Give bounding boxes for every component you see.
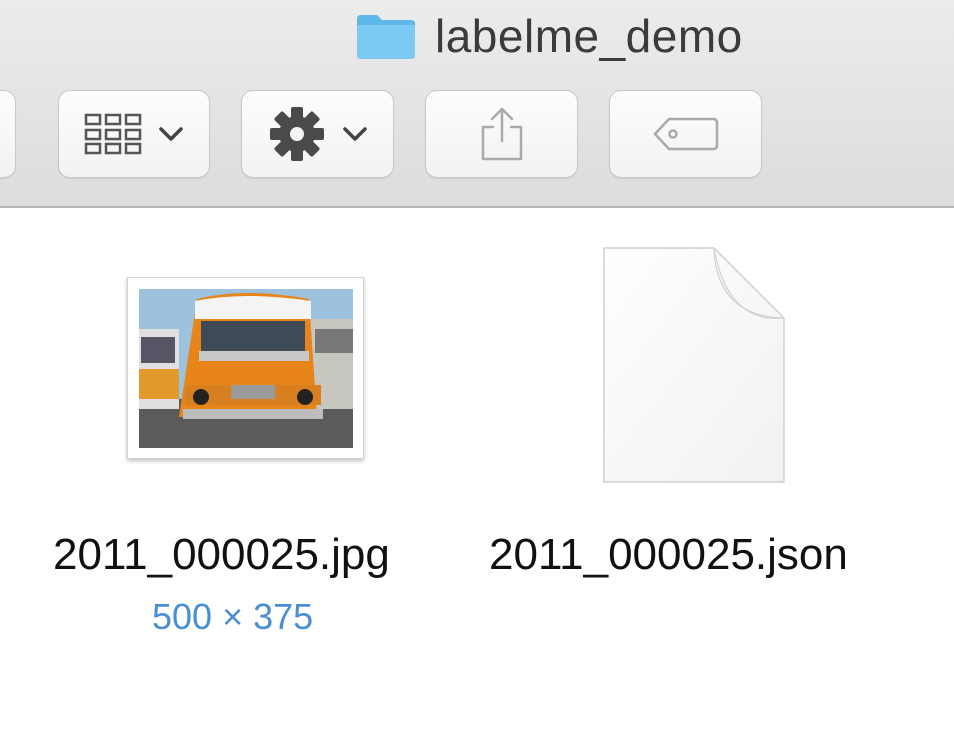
window-title: labelme_demo xyxy=(355,6,743,66)
finder-window: labelme_demo 2011_000025.jpg 500 × 375 2… xyxy=(0,0,954,732)
chevron-down-icon xyxy=(159,127,183,141)
chevron-down-icon xyxy=(342,127,367,141)
file-dimensions: 500 × 375 xyxy=(152,596,314,637)
titlebar-toolbar: labelme_demo xyxy=(0,0,954,208)
folder-icon xyxy=(357,15,415,59)
view-options-button[interactable] xyxy=(58,90,210,178)
document-icon[interactable] xyxy=(598,244,790,486)
back-button[interactable] xyxy=(0,90,16,178)
share-icon xyxy=(481,107,522,161)
file-name-json[interactable]: 2011_000025.json xyxy=(489,530,848,580)
grid-view-icon xyxy=(84,113,142,155)
image-thumbnail[interactable] xyxy=(127,277,364,459)
bus-photo xyxy=(139,289,353,448)
tag-icon xyxy=(653,117,718,151)
file-name-jpg[interactable]: 2011_000025.jpg xyxy=(53,530,390,580)
gear-icon xyxy=(269,107,324,161)
share-button[interactable] xyxy=(425,90,578,178)
tags-button[interactable] xyxy=(609,90,762,178)
action-button[interactable] xyxy=(241,90,394,178)
window-title-text: labelme_demo xyxy=(435,10,743,62)
